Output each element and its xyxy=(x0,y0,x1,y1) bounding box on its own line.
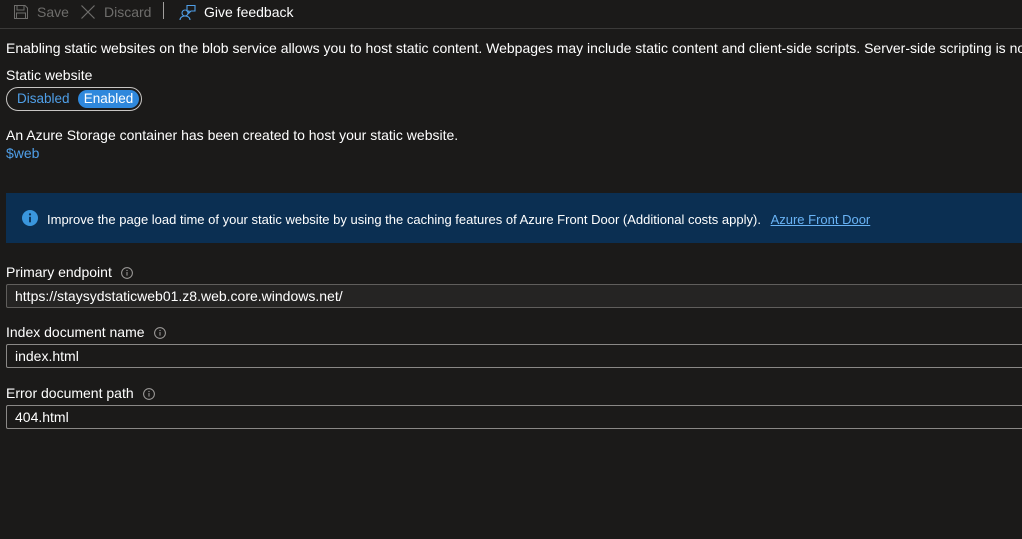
front-door-info-bar: Improve the page load time of your stati… xyxy=(6,193,1022,243)
static-website-toggle[interactable]: Disabled Enabled xyxy=(6,87,142,111)
help-icon[interactable] xyxy=(120,266,133,279)
help-icon[interactable] xyxy=(142,387,155,400)
primary-endpoint-label-row: Primary endpoint xyxy=(6,264,133,280)
primary-endpoint-field[interactable] xyxy=(6,284,1022,308)
azure-front-door-link[interactable]: Azure Front Door xyxy=(771,212,871,227)
toolbar-divider xyxy=(163,2,164,19)
primary-endpoint-label: Primary endpoint xyxy=(6,264,112,280)
save-button[interactable]: Save xyxy=(13,1,69,23)
toggle-option-disabled[interactable]: Disabled xyxy=(9,90,78,108)
error-document-input[interactable] xyxy=(6,405,1022,429)
static-website-label: Static website xyxy=(6,67,93,83)
save-icon xyxy=(13,4,29,20)
index-document-input[interactable] xyxy=(6,344,1022,368)
info-bar-message: Improve the page load time of your stati… xyxy=(47,212,761,227)
error-document-label-row: Error document path xyxy=(6,385,155,401)
discard-button[interactable]: Discard xyxy=(80,1,151,23)
container-created-message: An Azure Storage container has been crea… xyxy=(6,127,459,143)
feedback-icon xyxy=(179,4,196,21)
index-document-label-row: Index document name xyxy=(6,324,166,340)
save-label: Save xyxy=(37,4,69,20)
feedback-label: Give feedback xyxy=(204,4,294,20)
discard-label: Discard xyxy=(104,4,152,20)
command-bar: Save Discard Give feedback xyxy=(0,0,1022,29)
error-document-label: Error document path xyxy=(6,385,134,401)
info-bar-text-wrapper: Improve the page load time of your stati… xyxy=(47,212,870,227)
web-container-link[interactable]: $web xyxy=(6,145,39,161)
discard-icon xyxy=(80,4,96,20)
toggle-option-enabled[interactable]: Enabled xyxy=(78,90,139,108)
static-website-description: Enabling static websites on the blob ser… xyxy=(6,40,1022,56)
help-icon[interactable] xyxy=(153,326,166,339)
info-icon xyxy=(22,210,38,226)
give-feedback-button[interactable]: Give feedback xyxy=(179,1,294,23)
index-document-label: Index document name xyxy=(6,324,145,340)
